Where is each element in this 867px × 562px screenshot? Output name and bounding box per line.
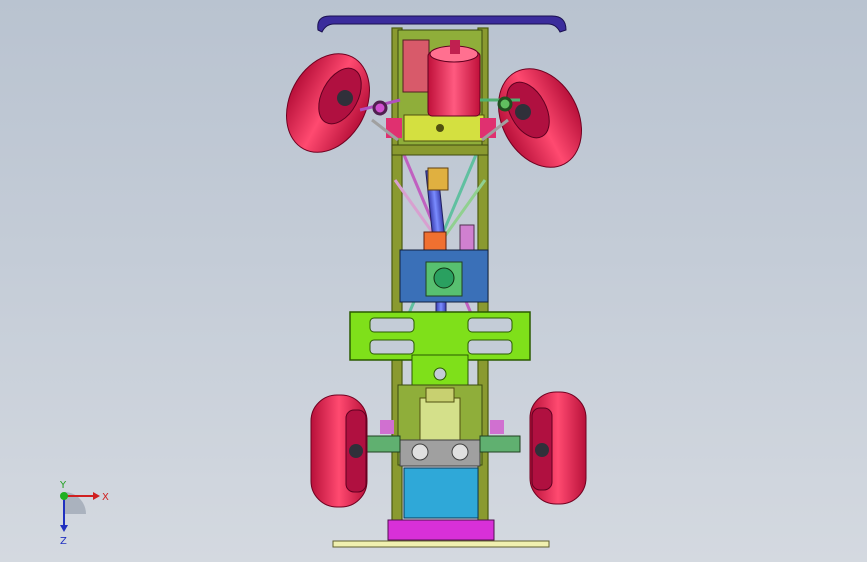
rear-right-wheel — [529, 391, 587, 505]
front-right-wheel — [498, 68, 582, 168]
y-axis-dot-icon — [60, 492, 68, 500]
rc-car-model — [286, 15, 587, 548]
y-axis-label: Y — [59, 480, 67, 491]
x-arrowhead-icon — [93, 492, 100, 500]
rear-left-wheel — [310, 394, 368, 508]
z-arrowhead-icon — [60, 525, 68, 532]
z-axis-label: Z — [60, 536, 67, 547]
axis-triad: X Y Z — [40, 480, 130, 550]
front-crossbar — [391, 144, 489, 156]
cad-viewport[interactable]: X Y Z — [0, 0, 867, 562]
motor — [427, 40, 481, 117]
rear-cage — [397, 384, 483, 467]
front-left-wheel — [286, 53, 370, 153]
rear-bumper — [332, 519, 550, 548]
x-axis-label: X — [102, 492, 109, 503]
chassis-plate — [349, 311, 531, 386]
gearbox — [399, 249, 489, 303]
battery — [403, 467, 479, 519]
